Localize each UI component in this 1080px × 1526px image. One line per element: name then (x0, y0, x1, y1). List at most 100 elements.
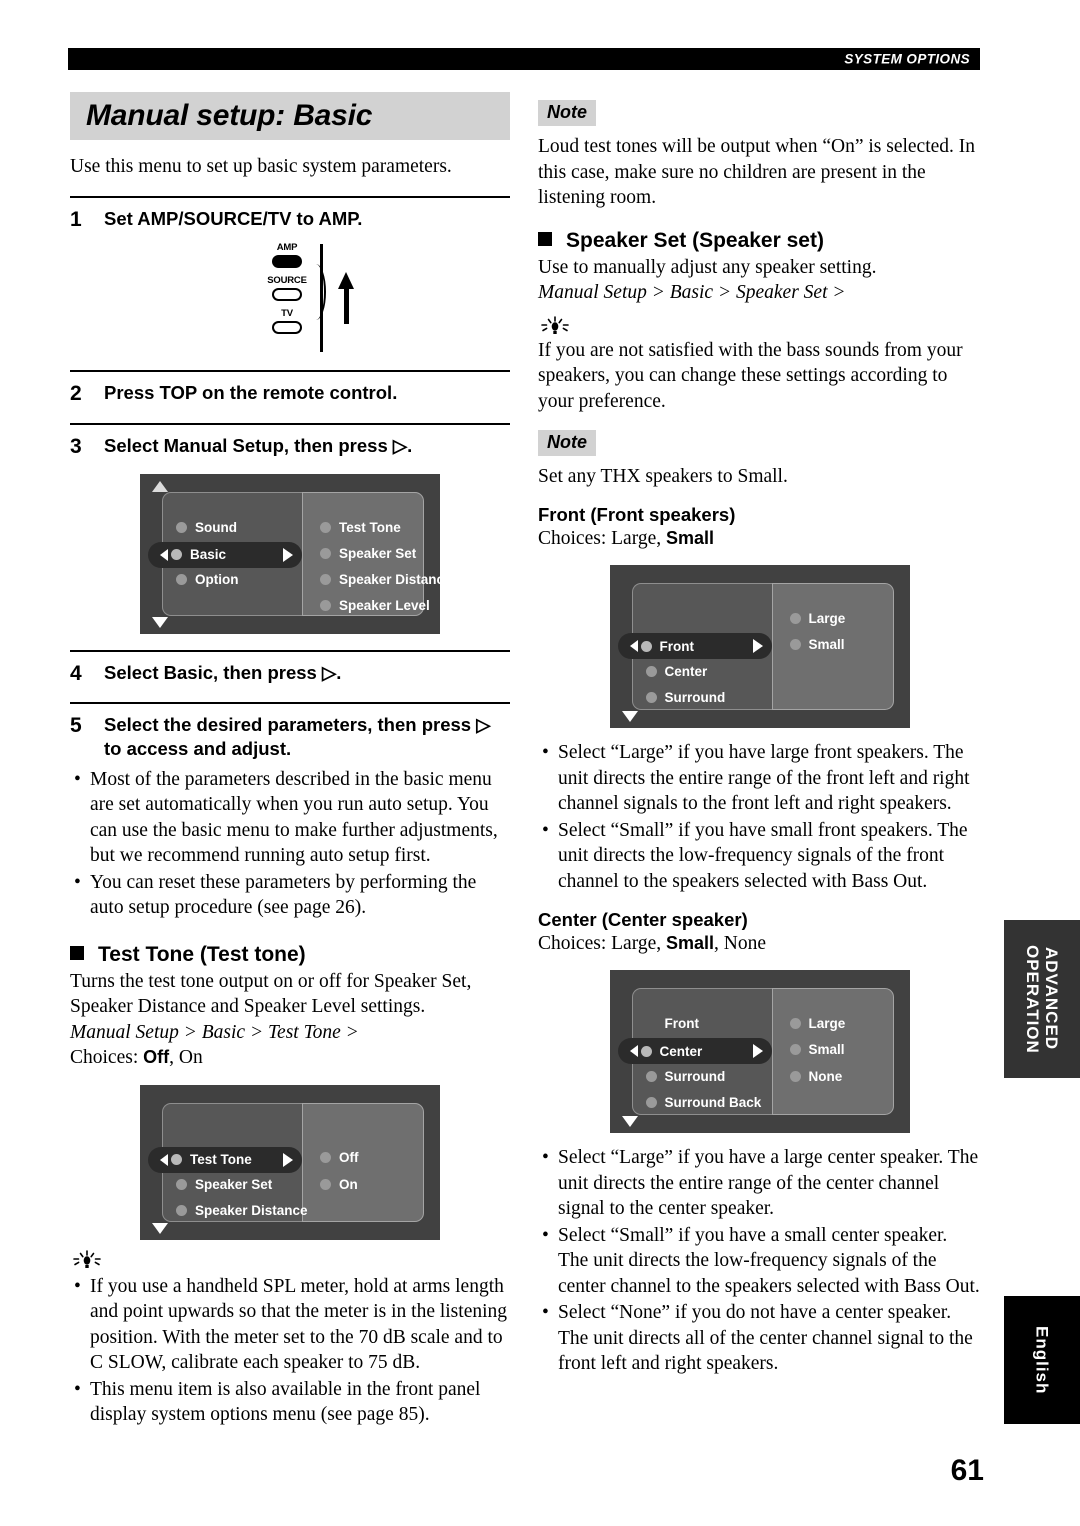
osd-item-speaker-distance[interactable]: Speaker Distance (176, 1200, 308, 1222)
choices-label: Choices: (538, 932, 612, 954)
bullet-dot-icon (789, 612, 801, 624)
section-heading-speaker-set: Speaker Set (Speaker set) (538, 229, 981, 253)
osd-item-sound[interactable]: Sound (176, 517, 237, 539)
front-choices: Choices: Large, Small (538, 526, 981, 552)
list-item: Select “Small” if you have small front s… (538, 818, 981, 895)
step-5: 5 Select the desired parameters, then pr… (70, 702, 510, 760)
list-item: Most of the parameters described in the … (70, 767, 510, 869)
note-tag-1: Note (538, 100, 596, 126)
bullet-dot-icon (789, 1017, 801, 1029)
side-tab-advanced-operation: OPERATION ADVANCED (1004, 920, 1080, 1078)
choices-default: Off (143, 1047, 170, 1068)
switch-pill-amp-icon (272, 255, 302, 269)
osd-item-surround[interactable]: Surround (645, 686, 725, 708)
left-caret-icon (152, 1153, 168, 1166)
choice-small-default: Small (666, 527, 715, 548)
bullet-dot-icon (320, 548, 331, 560)
note-tag-2: Note (538, 430, 596, 457)
osd-item-small[interactable]: Small (789, 1038, 845, 1060)
choices-sep: , (656, 932, 666, 954)
center-choices: Choices: Large, Small, None (538, 931, 981, 957)
right-caret-icon (283, 547, 293, 562)
osd-item-surround-back[interactable]: Surround Back (645, 1091, 762, 1113)
osd-item-none[interactable]: None (789, 1065, 842, 1087)
bullet-dot-icon (645, 691, 657, 703)
step-1-text: Set AMP/SOURCE/TV to AMP. (104, 207, 363, 229)
bullet-dot-icon (646, 1018, 657, 1029)
step-3: 3 Select Manual Setup, then press ▷. (70, 422, 510, 460)
osd-item-label: Center (664, 663, 708, 679)
bullet-dot-icon (320, 522, 331, 534)
right-column: Note Loud test tones will be output when… (538, 92, 981, 1378)
center-bullets-list: Select “Large” if you have a large cente… (538, 1145, 981, 1377)
osd-item-center[interactable]: Center (645, 660, 708, 682)
osd-item-option[interactable]: Option (176, 569, 239, 591)
up-arrow-icon (338, 272, 356, 325)
osd-item-test-tone[interactable]: Test Tone (320, 517, 401, 539)
amp-source-tv-switch-figure: AMP SOURCE TV (70, 242, 510, 354)
test-tone-choices: Choices: Off, On (70, 1045, 510, 1071)
bullet-dot-icon (645, 665, 657, 677)
step-2: 2 Press TOP on the remote control. (70, 370, 510, 407)
step-2-number: 2 (70, 382, 82, 406)
list-item: Select “Large” if you have large front s… (538, 740, 981, 817)
osd-item-front-selected[interactable]: Front (617, 633, 772, 660)
osd-item-label: Speaker Set (339, 546, 417, 562)
bullet-dot-icon (176, 1179, 187, 1191)
bullet-dot-icon (320, 1179, 331, 1191)
osd-item-speaker-set[interactable]: Speaker Set (176, 1174, 272, 1196)
left-caret-icon (152, 548, 168, 561)
osd-item-front[interactable]: Front (646, 1012, 700, 1034)
step-4-text: Select Basic, then press ▷. (104, 661, 342, 683)
bullet-dot-icon (640, 640, 652, 652)
choices-rest: , On (169, 1047, 203, 1069)
speaker-set-path: Manual Setup > Basic > Speaker Set > (538, 282, 846, 304)
manual-page: SYSTEM OPTIONS Manual setup: Basic Use t… (0, 0, 1080, 1526)
section-heading-test-tone: Test Tone (Test tone) (70, 943, 510, 967)
subheading-front: Front (Front speakers) (538, 503, 736, 525)
switch-pill-source-icon (272, 288, 302, 302)
osd-item-label: Sound (195, 520, 237, 536)
scroll-down-icon (621, 1116, 638, 1128)
left-column: Manual setup: Basic Use this menu to set… (70, 92, 510, 1429)
step-3-text: Select Manual Setup, then press ▷. (104, 434, 413, 456)
bullet-dot-icon (789, 638, 801, 650)
page-title-banner: Manual setup: Basic (70, 92, 510, 140)
osd-item-on[interactable]: On (320, 1174, 358, 1196)
osd-item-label: Surround (664, 1068, 726, 1084)
osd-manual-setup-figure: Sound Basic Option Test Tone Speaker Set (140, 473, 452, 634)
osd-item-test-tone-selected[interactable]: Test Tone (148, 1146, 302, 1173)
osd-item-large[interactable]: Large (789, 1012, 846, 1034)
list-item: Select “Large” if you have a large cente… (538, 1145, 981, 1222)
osd-item-label: Test Tone (190, 1152, 252, 1168)
osd-item-label: On (339, 1177, 358, 1193)
scroll-down-icon (621, 711, 638, 723)
osd-item-label: Large (808, 1015, 846, 1031)
osd-item-basic-selected[interactable]: Basic (148, 541, 302, 568)
osd-item-surround[interactable]: Surround (645, 1065, 726, 1087)
list-item: If you use a handheld SPL meter, hold at… (70, 1274, 510, 1376)
step-5-text: Select the desired parameters, then pres… (104, 714, 491, 759)
osd-item-center-selected[interactable]: Center (617, 1038, 772, 1065)
osd-item-off[interactable]: Off (320, 1147, 359, 1169)
osd-item-label: Speaker Set (195, 1177, 273, 1193)
osd-item-label: Surround Back (664, 1094, 762, 1110)
right-caret-icon (752, 1044, 763, 1059)
osd-item-speaker-level[interactable]: Speaker Level (320, 595, 430, 617)
osd-test-tone-figure: Test Tone Speaker Set Speaker Distance O… (140, 1084, 440, 1240)
osd-center-speaker-figure: Front Center Surround Surround Back Larg… (609, 970, 910, 1134)
osd-item-small[interactable]: Small (789, 633, 845, 655)
running-header-text: SYSTEM OPTIONS (844, 51, 970, 67)
step-1-number: 1 (70, 207, 82, 231)
side-tab-label-english: English (1032, 1325, 1052, 1395)
choice-small-default: Small (666, 932, 715, 953)
osd-item-large[interactable]: Large (789, 607, 845, 629)
test-tone-path: Manual Setup > Basic > Test Tone > (70, 1021, 359, 1043)
osd-item-speaker-distance[interactable]: Speaker Distance (320, 569, 452, 591)
osd-item-label: Small (808, 1041, 845, 1057)
osd-item-label: Speaker Distance (195, 1203, 308, 1219)
osd-item-speaker-set[interactable]: Speaker Set (320, 543, 416, 565)
osd-item-label: Front (659, 638, 695, 654)
speaker-set-tip: If you are not satisfied with the bass s… (538, 339, 963, 412)
left-caret-icon (622, 640, 638, 653)
